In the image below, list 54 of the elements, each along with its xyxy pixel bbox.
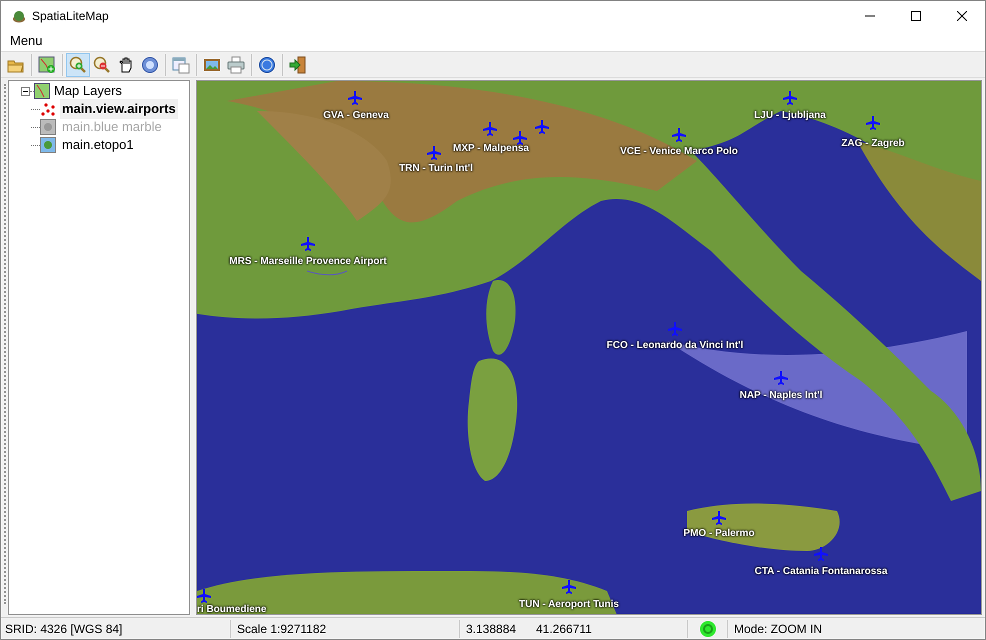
- circle-icon: [141, 56, 159, 74]
- maximize-icon: [911, 11, 921, 21]
- close-icon: [957, 11, 967, 21]
- airport-label: MRS - Marseille Provence Airport: [229, 255, 387, 269]
- airplane-icon: [782, 90, 798, 106]
- printer-icon: [227, 56, 245, 74]
- airplane-icon: [300, 236, 316, 252]
- airplane-icon: [347, 90, 363, 106]
- collapse-toggle[interactable]: [21, 86, 30, 96]
- zoom-out-icon: [93, 56, 111, 74]
- tree-item[interactable]: main.view.airports: [60, 99, 178, 119]
- airplane-icon: [197, 588, 212, 604]
- scale-status: Scale 1:9271182: [231, 620, 460, 638]
- airport-label: MXP - Malpensa: [453, 142, 529, 156]
- airplane-icon: [773, 370, 789, 386]
- airplane-icon: [865, 115, 881, 131]
- airport-label: FCO - Leonardo da Vinci Int'l: [606, 339, 744, 353]
- airplane-icon: [482, 121, 498, 137]
- app-logo-icon: [10, 8, 26, 24]
- x-coordinate: 3.138884: [465, 620, 518, 638]
- y-coordinate: 41.266711: [536, 620, 688, 638]
- airplane-icon: [813, 546, 829, 562]
- help-icon: [258, 56, 276, 74]
- airport-label: ZAG - Zagreb: [841, 137, 905, 151]
- map-layers-icon: [34, 83, 50, 99]
- map-plus-icon: [38, 56, 56, 74]
- window-icon: [172, 56, 190, 74]
- airport-label: NAP - Naples Int'l: [740, 389, 822, 403]
- connection-indicator-icon: [698, 620, 716, 638]
- airport-label: TUN - Aeroport Tunis: [519, 598, 619, 612]
- srid-status: SRID: 4326 [WGS 84]: [1, 620, 231, 638]
- window-title: SpatiaLiteMap: [32, 8, 109, 25]
- airport-label: PMO - Palermo: [683, 527, 755, 541]
- airplane-icon: [711, 510, 727, 526]
- airport-label: CTA - Catania Fontanarossa: [754, 565, 888, 579]
- mode-status: Mode: ZOOM IN: [733, 620, 822, 638]
- airport-label: VCE - Venice Marco Polo: [620, 145, 738, 159]
- points-icon: [40, 101, 56, 117]
- tree-item[interactable]: Map Layers: [54, 81, 122, 101]
- zoom-in-icon: [69, 56, 87, 74]
- menu-item[interactable]: Menu: [1, 31, 52, 51]
- tree-item[interactable]: main.etopo1: [60, 135, 136, 155]
- airport-label: LJU - Ljubljana: [754, 109, 826, 123]
- exit-door-icon: [289, 56, 307, 74]
- airport-label: TRN - Turin Int'l: [399, 162, 473, 176]
- airplane-icon: [561, 579, 577, 595]
- airport-label: GVA - Geneva: [323, 109, 389, 123]
- airplane-icon: [671, 127, 687, 143]
- zoom-in-button[interactable]: [66, 52, 90, 76]
- airplane-icon: [426, 145, 442, 161]
- minus-icon: [23, 88, 28, 94]
- airplane-icon: [667, 321, 683, 337]
- airport-label: ri Boumediene: [197, 603, 266, 614]
- airplane-icon: [534, 119, 550, 135]
